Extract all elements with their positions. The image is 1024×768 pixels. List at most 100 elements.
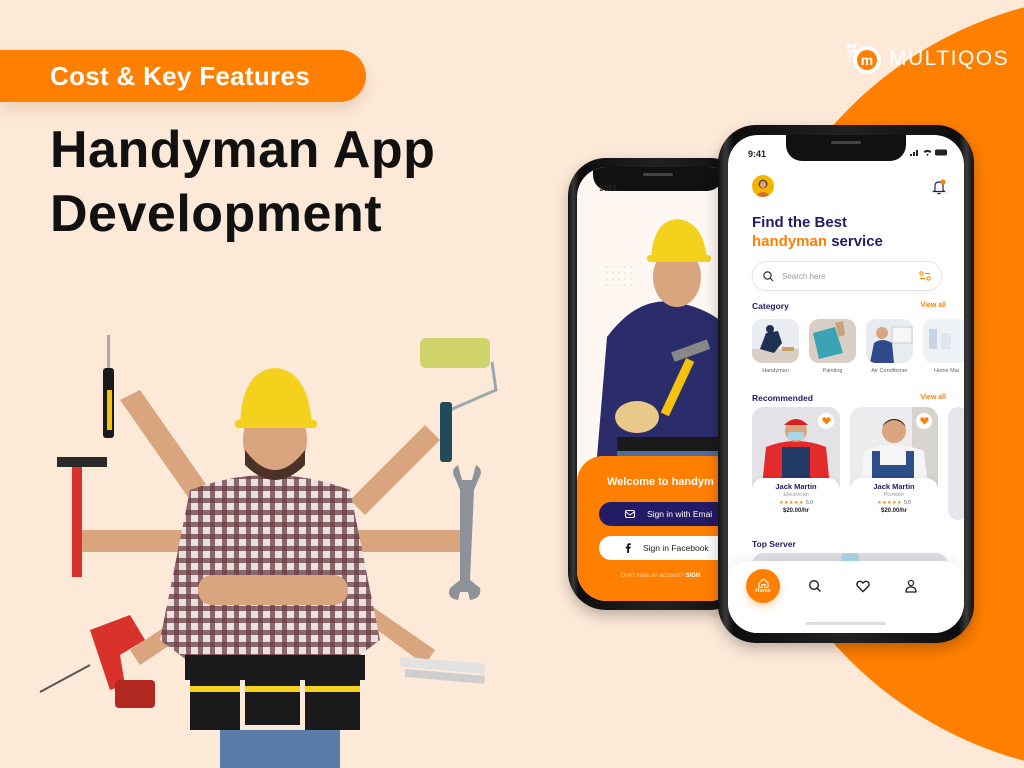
category-view-all-link[interactable]: View all (920, 302, 946, 309)
category-label: Painting (822, 368, 843, 374)
login-screen: 9:41 Welcome to handym Sign in with Emai (577, 167, 739, 601)
hard-hat (240, 368, 312, 425)
category-image-home-maintenance (923, 319, 964, 363)
search-bar[interactable]: Search here (752, 261, 942, 291)
signup-prompt: Don't have an account? SIGN (621, 573, 700, 579)
rating-value: 5.0 (903, 500, 911, 506)
hero-title: Find the Best handyman service (752, 213, 883, 251)
bottom-navigation: Home (728, 561, 964, 633)
home-icon (757, 578, 769, 588)
search-icon (763, 270, 774, 281)
hero-accent: handyman (752, 233, 828, 250)
page-headline: Handyman App Development (50, 118, 435, 246)
logo-text: MULTIQOS (889, 47, 1010, 70)
svg-text:m: m (861, 52, 873, 68)
category-item[interactable]: Home Mai (923, 319, 964, 374)
provider-role: Plumber (883, 492, 905, 498)
arm-upper-left (120, 390, 210, 500)
recommended-list: Jack Martin Electrician ★★★★★ 5.0 $20.00/… (752, 407, 964, 520)
nav-profile-icon[interactable] (904, 579, 918, 593)
category-item[interactable]: Painting (809, 319, 856, 374)
heart-icon (919, 417, 929, 425)
headline-line-1: Handyman App (50, 121, 436, 179)
screwdriver-icon (107, 335, 110, 370)
phone-notch (786, 135, 906, 161)
account-prompt-text: Don't have an account? (621, 573, 684, 579)
provider-card[interactable]: Jack Martin Plumber ★★★★★ 5.0 $20.00/hr (850, 407, 938, 520)
sign-in-facebook-label: Sign in Facebook (643, 543, 709, 553)
category-label: Handyman (762, 368, 789, 374)
sign-in-email-label: Sign in with Emai (647, 509, 713, 519)
provider-name: Jack Martin (775, 482, 817, 491)
user-avatar[interactable] (752, 175, 774, 197)
worker-photo (597, 219, 739, 467)
status-icons (910, 149, 948, 156)
category-title: Category (752, 301, 789, 311)
category-item[interactable]: Air Conditioner (866, 319, 913, 374)
home-screen: 9:41 Find the Best handyman service Sear… (728, 135, 964, 633)
mail-icon (625, 510, 635, 518)
status-time: 9:41 (748, 149, 767, 159)
status-time: 9:41 (599, 183, 618, 193)
handyman-illustration (30, 330, 510, 768)
arm-upper-right (350, 425, 440, 515)
top-server-title: Top Server (752, 539, 796, 549)
nav-home-label: Home (755, 588, 771, 594)
phone-mockup-home: 9:41 Find the Best handyman service Sear… (718, 125, 974, 643)
facebook-icon (625, 543, 631, 553)
category-label: Home Mai (933, 368, 960, 374)
headline-line-2: Development (50, 185, 383, 243)
wifi-icon (923, 149, 932, 156)
arm-mid-right (350, 530, 470, 552)
notification-dot (940, 179, 946, 185)
provider-info: Jack Martin Plumber ★★★★★ 5.0 $20.00/hr (850, 478, 938, 520)
provider-card[interactable]: Jack Martin Electrician ★★★★★ 5.0 $20.00/… (752, 407, 840, 520)
category-item[interactable]: Handyman (752, 319, 799, 374)
notification-bell-icon[interactable] (932, 179, 946, 195)
category-list: Handyman Painting Air Conditioner Home M… (752, 319, 964, 374)
plaid-shirt (160, 475, 380, 670)
provider-role: Electrician (783, 492, 809, 498)
provider-price: $20.00/hr (782, 508, 810, 514)
jeans (220, 730, 340, 768)
multiqos-logo-icon: m (845, 40, 883, 78)
favorite-button[interactable] (916, 413, 932, 429)
battery-icon (935, 149, 947, 156)
rating-value: 5.0 (805, 500, 813, 506)
crossed-arms (198, 575, 348, 605)
nav-home-button[interactable]: Home (746, 569, 780, 603)
hero-rest: service (831, 233, 883, 250)
heart-icon (821, 417, 831, 425)
hero-line-1: Find the Best (752, 214, 848, 231)
category-image-handyman (752, 319, 799, 363)
provider-price: $20.00/hr (880, 508, 908, 514)
arm-mid-left (75, 530, 195, 552)
tool-belt (185, 655, 365, 680)
provider-card-partial[interactable] (948, 407, 964, 520)
favorite-button[interactable] (818, 413, 834, 429)
star-rating: ★★★★★ 5.0 (779, 500, 813, 506)
category-image-air-conditioner (866, 319, 913, 363)
hammer-icon (57, 457, 107, 467)
cost-features-badge: Cost & Key Features (0, 50, 366, 102)
paint-roller-icon (420, 338, 490, 368)
provider-name: Jack Martin (873, 482, 915, 491)
provider-info: Jack Martin Electrician ★★★★★ 5.0 $20.00/… (752, 478, 840, 520)
recommended-view-all-link[interactable]: View all (920, 394, 946, 401)
category-image-painting (809, 319, 856, 363)
badge-label: Cost & Key Features (50, 60, 310, 91)
category-label: Air Conditioner (871, 368, 908, 374)
recommended-title: Recommended (752, 393, 813, 403)
stars-icon: ★★★★★ (877, 500, 902, 506)
filter-icon[interactable] (919, 271, 931, 281)
search-input[interactable]: Search here (782, 272, 911, 281)
nav-search-icon[interactable] (808, 579, 822, 593)
signal-icon (910, 150, 918, 156)
home-indicator (806, 622, 886, 625)
nav-favorites-icon[interactable] (856, 579, 870, 593)
stars-icon: ★★★★★ (779, 500, 804, 506)
multiqos-logo: m MULTIQOS (845, 40, 1009, 78)
welcome-title: Welcome to handym (607, 476, 714, 488)
welcome-panel: Welcome to handym Sign in with Emai Sign… (577, 456, 739, 601)
signup-link[interactable]: SIGN (686, 573, 701, 579)
